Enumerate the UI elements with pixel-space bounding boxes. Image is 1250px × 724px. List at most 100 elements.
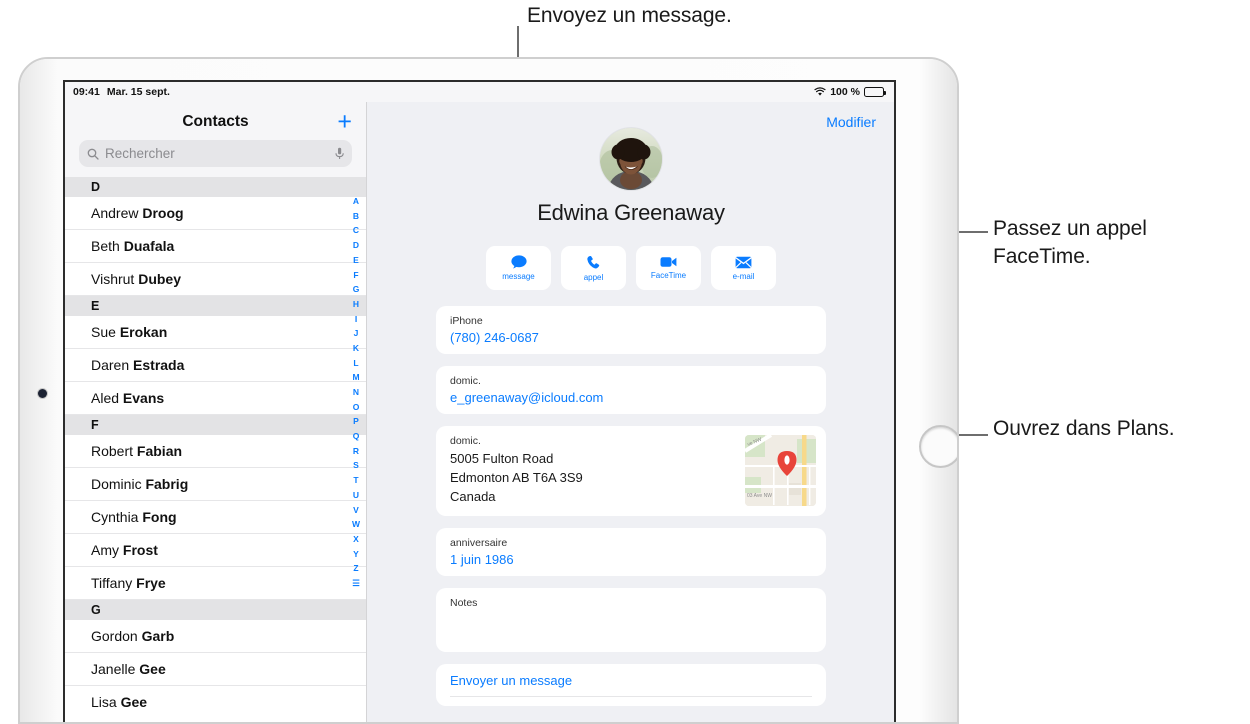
index-letter[interactable]: U (353, 488, 359, 503)
index-letter[interactable]: A (353, 194, 359, 209)
email-card[interactable]: domic. e_greenaway@icloud.com (436, 366, 826, 414)
index-letter[interactable]: B (353, 209, 359, 224)
contact-list-item[interactable]: Andrew Droog (65, 197, 366, 230)
ipad-screen: 09:41 Mar. 15 sept. 100 % Contacts + Rec… (63, 80, 896, 722)
index-letter[interactable]: X (353, 532, 359, 547)
contact-first-name: Tiffany (91, 575, 137, 591)
facetime-button[interactable]: FaceTime (636, 246, 701, 290)
index-letter[interactable]: Z (353, 561, 358, 576)
detail-cards: iPhone (780) 246-0687 domic. e_greenaway… (436, 306, 826, 706)
index-letter[interactable]: T (353, 473, 358, 488)
contact-first-name: Sue (91, 324, 120, 340)
index-letter[interactable]: M (352, 370, 359, 385)
contact-first-name: Vishrut (91, 271, 139, 287)
map-thumbnail[interactable]: ve NW 03 Ave NW (745, 435, 816, 506)
contact-first-name: Daren (91, 357, 134, 373)
message-button[interactable]: message (486, 246, 551, 290)
section-header: D (65, 177, 366, 197)
plus-icon[interactable]: + (337, 109, 352, 135)
index-letter[interactable]: I (355, 312, 357, 327)
contact-list-item[interactable]: Aled Evans (65, 382, 366, 415)
notes-card[interactable]: Notes (436, 587, 826, 652)
contact-name: Edwina Greenaway (537, 200, 725, 225)
index-letter[interactable]: F (353, 267, 358, 282)
contact-list-item[interactable]: Sue Erokan (65, 316, 366, 349)
send-message-link[interactable]: Envoyer un message (450, 673, 812, 697)
contact-list-item[interactable]: Gordon Garb (65, 620, 366, 653)
phone-icon (587, 255, 600, 268)
phone-value[interactable]: (780) 246-0687 (450, 330, 812, 345)
front-camera-icon (38, 389, 47, 398)
index-letter[interactable]: J (354, 326, 359, 341)
contact-last-name: Estrada (133, 357, 185, 373)
callout-maps-label: Ouvrez dans Plans. (993, 417, 1175, 440)
birthday-value[interactable]: 1 juin 1986 (450, 552, 812, 567)
contact-detail-pane: Modifier Edwina Greenaway message appel … (368, 102, 894, 722)
contact-list-item[interactable]: Tiffany Frye (65, 567, 366, 600)
callout-facetime-label: Passez un appel FaceTime. (993, 217, 1147, 268)
callout-message-label: Envoyez un message. (527, 4, 732, 27)
contact-list-item[interactable]: Dominic Fabrig (65, 468, 366, 501)
alphabet-index[interactable]: A B C D E F G H I J K L M N O P Q R S T U V W X Y Z ☰ (346, 188, 366, 722)
index-letter[interactable]: C (353, 223, 359, 238)
contact-list-item[interactable]: Janelle Gee (65, 653, 366, 686)
index-letter[interactable]: N (353, 385, 359, 400)
contact-first-name: Andrew (91, 205, 143, 221)
index-letter[interactable]: P (353, 414, 359, 429)
index-letter[interactable]: R (353, 444, 359, 459)
microphone-icon[interactable] (335, 147, 344, 160)
contact-list-item[interactable]: Lisa Gee (65, 686, 366, 718)
send-message-card[interactable]: Envoyer un message (436, 663, 826, 706)
index-letter[interactable]: W (352, 517, 360, 532)
birthday-card[interactable]: anniversaire 1 juin 1986 (436, 527, 826, 576)
action-buttons: message appel FaceTime e-mail (368, 246, 894, 290)
section-header: F (65, 415, 366, 435)
facetime-button-label: FaceTime (650, 271, 687, 280)
phone-card[interactable]: iPhone (780) 246-0687 (436, 306, 826, 354)
contacts-list[interactable]: D Andrew Droog Beth Duafala Vishrut Dubey E S… (65, 177, 366, 718)
battery-percent-label: 100 % (830, 86, 860, 98)
contact-list-item[interactable]: Daren Estrada (65, 349, 366, 382)
contact-first-name: Cynthia (91, 509, 143, 525)
contact-first-name: Robert (91, 443, 137, 459)
index-letter[interactable]: E (353, 253, 359, 268)
contact-last-name: Fabian (136, 443, 183, 459)
contact-list-item[interactable]: Cynthia Fong (65, 501, 366, 534)
status-date: Mar. 15 sept. (106, 86, 170, 98)
email-button-label: e-mail (732, 271, 755, 281)
contact-first-name: Beth (91, 238, 124, 254)
contact-first-name: Aled (91, 390, 123, 406)
index-letter[interactable]: Q (353, 429, 360, 444)
index-letter[interactable]: G (353, 282, 360, 297)
contact-first-name: Janelle (91, 661, 140, 677)
email-button[interactable]: e-mail (711, 246, 776, 290)
index-letter[interactable]: L (353, 356, 358, 371)
contact-last-name: Droog (142, 205, 184, 221)
index-letter[interactable]: ☰ (352, 576, 360, 591)
status-bar: 09:41 Mar. 15 sept. 100 % (65, 82, 894, 102)
edit-button[interactable]: Modifier (826, 114, 876, 130)
index-letter[interactable]: K (353, 341, 359, 356)
sidebar-title: Contacts (182, 113, 249, 130)
contact-list-item[interactable]: Vishrut Dubey (65, 263, 366, 296)
email-value[interactable]: e_greenaway@icloud.com (450, 390, 812, 405)
sidebar-header: Contacts + Rechercher (65, 102, 366, 177)
index-letter[interactable]: O (353, 400, 360, 415)
search-input[interactable]: Rechercher (79, 140, 352, 167)
home-button[interactable] (919, 425, 957, 468)
index-letter[interactable]: H (353, 297, 359, 312)
section-header: G (65, 600, 366, 620)
contact-list-item[interactable]: Amy Frost (65, 534, 366, 567)
avatar[interactable] (600, 128, 662, 190)
contact-list-item[interactable]: Robert Fabian (65, 435, 366, 468)
index-letter[interactable]: Y (353, 547, 359, 562)
wifi-icon (814, 87, 826, 96)
index-letter[interactable]: V (353, 502, 359, 517)
message-bubble-icon (510, 255, 527, 269)
contact-list-item[interactable]: Beth Duafala (65, 230, 366, 263)
index-letter[interactable]: S (353, 458, 359, 473)
index-letter[interactable]: D (353, 238, 359, 253)
call-button[interactable]: appel (561, 246, 626, 290)
phone-label: iPhone (450, 315, 483, 327)
address-card[interactable]: domic. 5005 Fulton Road Edmonton AB T6A … (436, 426, 826, 516)
